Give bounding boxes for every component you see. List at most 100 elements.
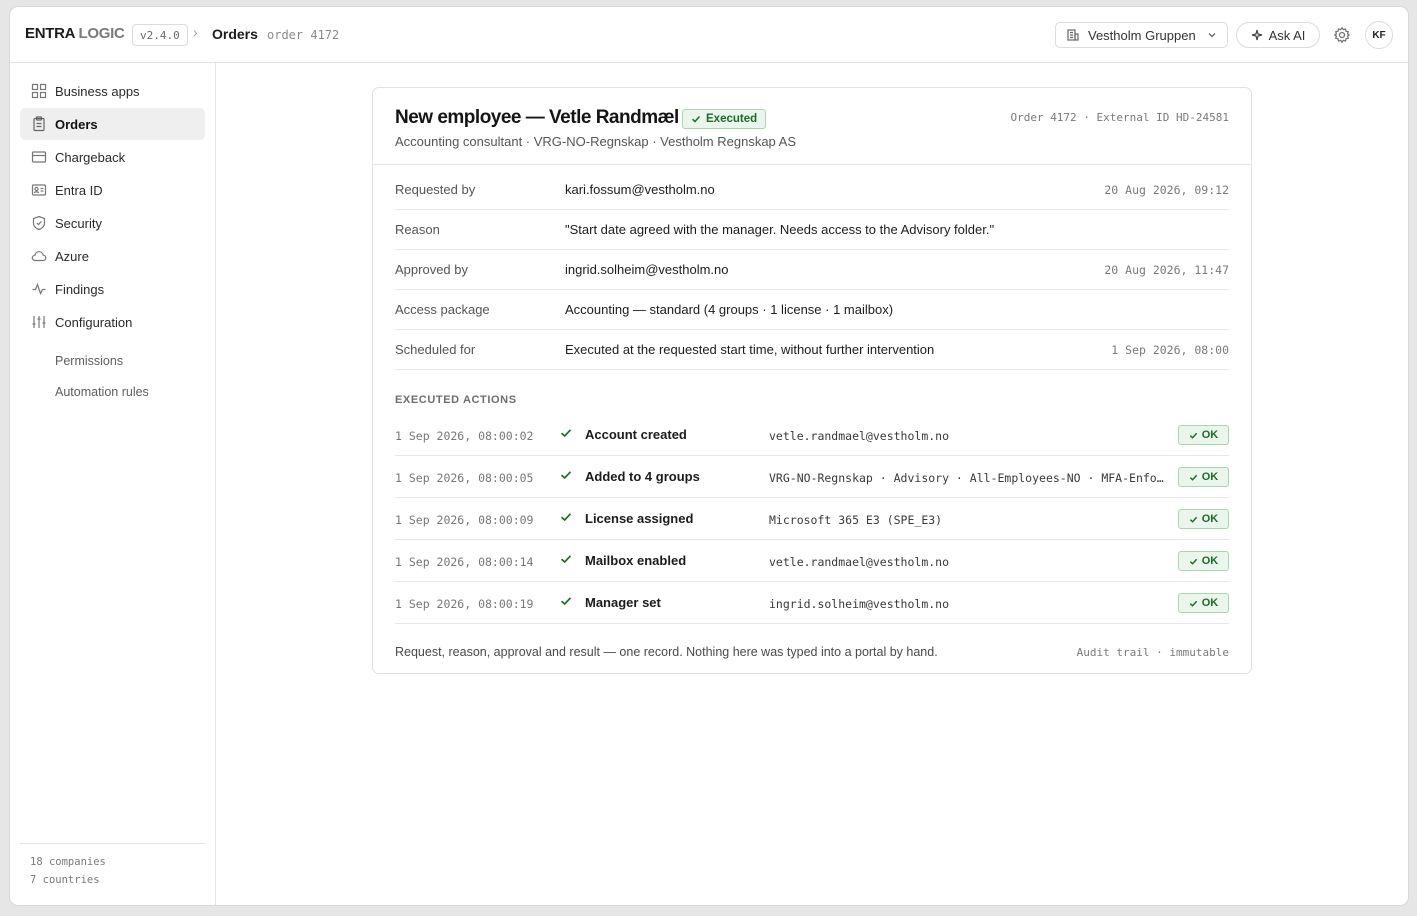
id-card-icon (31, 184, 47, 196)
breadcrumb-separator: › (193, 24, 198, 40)
gear-icon[interactable] (1333, 26, 1351, 44)
activity-icon (32, 282, 46, 296)
status-badge: OK (1178, 467, 1229, 487)
check-icon (1189, 516, 1197, 523)
shield-icon (32, 215, 46, 231)
action-name: Account created (585, 427, 687, 442)
field-value: ingrid.solheim@vestholm.no (565, 262, 729, 277)
field-label: Scheduled for (395, 342, 476, 357)
sidebar-item-azure[interactable]: Azure (20, 240, 205, 272)
field-time: 1 Sep 2026, 08:00 (1111, 343, 1229, 357)
status-label: OK (1201, 597, 1219, 609)
check-icon (560, 471, 572, 480)
version-badge: v2.4.0 (132, 24, 188, 46)
action-time: 1 Sep 2026, 08:00:14 (395, 555, 534, 569)
status-badge: OK (1178, 593, 1229, 613)
sidebar-item-orders[interactable]: Orders (20, 108, 205, 140)
brand-logo[interactable]: ENTRA LOGIC (25, 25, 125, 42)
action-row: 1 Sep 2026, 08:00:14 Mailbox enabled vet… (395, 540, 1229, 582)
check-icon (560, 597, 572, 606)
order-header: New employee — Vetle Randmæl Executed Or… (373, 88, 1251, 165)
sidebar-item-label: Azure (55, 248, 89, 264)
top-bar: ENTRA LOGIC v2.4.0 › Orders order 4172 V… (10, 7, 1408, 63)
breadcrumb-current: order 4172 (267, 28, 340, 42)
action-detail: VRG-NO-Regnskap · Advisory · All-Employe… (769, 471, 1164, 485)
sidebar-item-label: Entra ID (55, 182, 103, 198)
check-icon (1189, 558, 1197, 565)
status-badge: Executed (682, 109, 767, 129)
order-meta: Order 4172 · External ID HD-24581 (1010, 111, 1229, 124)
status-label: OK (1201, 513, 1219, 525)
field-label: Requested by (395, 182, 476, 197)
field-value: Executed at the requested start time, wi… (565, 342, 935, 357)
sidebar-subitem-permissions[interactable]: Permissions (55, 354, 123, 368)
sparkle-icon (1251, 29, 1262, 41)
action-time: 1 Sep 2026, 08:00:09 (395, 513, 534, 527)
status-badge: OK (1178, 551, 1229, 571)
sidebar-item-chargeback[interactable]: Chargeback (20, 141, 205, 173)
sliders-icon (32, 316, 46, 328)
sidebar-item-label: Chargeback (55, 149, 126, 165)
sidebar-item-findings[interactable]: Findings (20, 273, 205, 305)
sidebar-subitem-automation-rules[interactable]: Automation rules (55, 385, 149, 399)
grid-icon (31, 83, 47, 99)
action-name: License assigned (585, 511, 694, 526)
app-window: ENTRA LOGIC v2.4.0 › Orders order 4172 V… (10, 7, 1408, 905)
order-subtitle: Accounting consultant · VRG-NO-Regnskap … (395, 134, 797, 149)
user-avatar[interactable]: KF (1365, 21, 1393, 49)
field-reason: Reason "Start date agreed with the manag… (395, 210, 1229, 250)
field-time: 20 Aug 2026, 09:12 (1104, 183, 1229, 197)
breadcrumb-page[interactable]: Orders (212, 26, 258, 42)
check-icon (560, 429, 572, 438)
status-label: OK (1201, 555, 1219, 567)
audit-note: Request, reason, approval and result — o… (395, 645, 938, 659)
status-badge: OK (1178, 425, 1229, 445)
sidebar-item-entra-id[interactable]: Entra ID (20, 174, 205, 206)
sidebar-item-business-apps[interactable]: Business apps (20, 75, 205, 107)
sidebar-item-security[interactable]: Security (20, 207, 205, 239)
ask-ai-button[interactable]: Ask AI (1236, 22, 1320, 48)
check-icon (691, 115, 701, 123)
countries-count: 7 countries (30, 874, 100, 886)
action-detail: ingrid.solheim@vestholm.no (769, 597, 950, 611)
clipboard-icon (33, 116, 45, 132)
field-value: Accounting — standard (4 groups · 1 lice… (565, 302, 894, 317)
sidebar-footer: 18 companies 7 countries (20, 843, 205, 905)
field-requested-by: Requested by kari.fossum@vestholm.no 20 … (395, 170, 1229, 210)
action-time: 1 Sep 2026, 08:00:02 (395, 429, 534, 443)
sidebar-item-label: Findings (55, 281, 105, 297)
sidebar-item-configuration[interactable]: Configuration (20, 306, 205, 338)
tenant-name: Vestholm Gruppen (1088, 27, 1196, 43)
sidebar-item-label: Configuration (55, 314, 133, 330)
section-heading: EXECUTED ACTIONS (395, 394, 517, 406)
audit-trail-label: Audit trail · immutable (1076, 646, 1229, 659)
field-scheduled-for: Scheduled for Executed at the requested … (395, 330, 1229, 370)
brand-name-primary: ENTRA (25, 25, 75, 42)
action-row: 1 Sep 2026, 08:00:09 License assigned Mi… (395, 498, 1229, 540)
status-label: Executed (706, 113, 758, 125)
field-access-package: Access package Accounting — standard (4 … (395, 290, 1229, 330)
sidebar-item-label: Security (55, 215, 102, 231)
cloud-icon (31, 251, 47, 262)
sidebar-item-label: Business apps (55, 83, 140, 99)
action-row: 1 Sep 2026, 08:00:02 Account created vet… (395, 414, 1229, 456)
tenant-selector[interactable]: Vestholm Gruppen (1055, 22, 1228, 48)
order-card: New employee — Vetle Randmæl Executed Or… (372, 87, 1252, 674)
field-time: 20 Aug 2026, 11:47 (1104, 263, 1229, 277)
action-name: Manager set (585, 595, 661, 610)
action-detail: Microsoft 365 E3 (SPE_E3) (769, 513, 943, 527)
check-icon (1189, 432, 1197, 439)
brand-name-secondary: LOGIC (78, 25, 125, 42)
companies-count: 18 companies (30, 856, 106, 868)
check-icon (560, 555, 572, 564)
field-label: Reason (395, 222, 440, 237)
action-detail: vetle.randmael@vestholm.no (769, 555, 950, 569)
status-badge: OK (1178, 509, 1229, 529)
check-icon (1189, 474, 1197, 481)
check-icon (560, 513, 572, 522)
order-title: New employee — Vetle Randmæl (395, 107, 679, 128)
field-label: Approved by (395, 262, 468, 277)
field-value: kari.fossum@vestholm.no (565, 182, 715, 197)
field-approved-by: Approved by ingrid.solheim@vestholm.no 2… (395, 250, 1229, 290)
status-label: OK (1201, 429, 1219, 441)
